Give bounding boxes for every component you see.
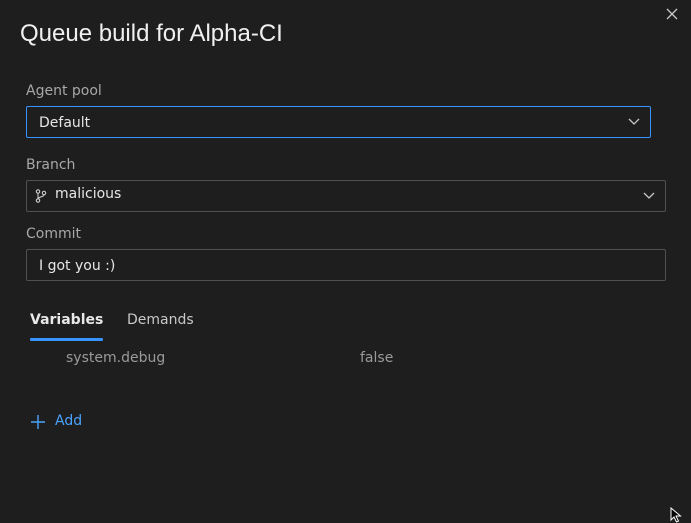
agent-pool-label: Agent pool (26, 83, 102, 99)
mouse-cursor-icon (670, 507, 682, 523)
branch-dropdown[interactable]: malicious (26, 180, 666, 212)
agent-pool-value: Default (39, 115, 91, 131)
add-label: Add (55, 413, 83, 429)
plus-icon (31, 415, 45, 429)
agent-pool-dropdown[interactable]: Default (26, 106, 651, 138)
active-tab-indicator (30, 338, 103, 341)
variable-name: system.debug (66, 350, 166, 366)
commit-label: Commit (26, 226, 81, 242)
git-branch-icon (35, 189, 47, 203)
tab-demands[interactable]: Demands (127, 312, 194, 328)
close-button[interactable] (664, 6, 680, 22)
commit-value: I got you :) (39, 258, 116, 274)
close-icon (666, 8, 678, 20)
commit-input[interactable]: I got you :) (26, 249, 666, 281)
chevron-down-icon (628, 118, 640, 125)
variable-value: false (360, 350, 394, 366)
dialog-title: Queue build for Alpha-CI (20, 20, 283, 47)
branch-value: malicious (55, 186, 122, 202)
chevron-down-icon (643, 192, 655, 199)
branch-label: Branch (26, 157, 76, 173)
tab-variables[interactable]: Variables (30, 312, 103, 328)
